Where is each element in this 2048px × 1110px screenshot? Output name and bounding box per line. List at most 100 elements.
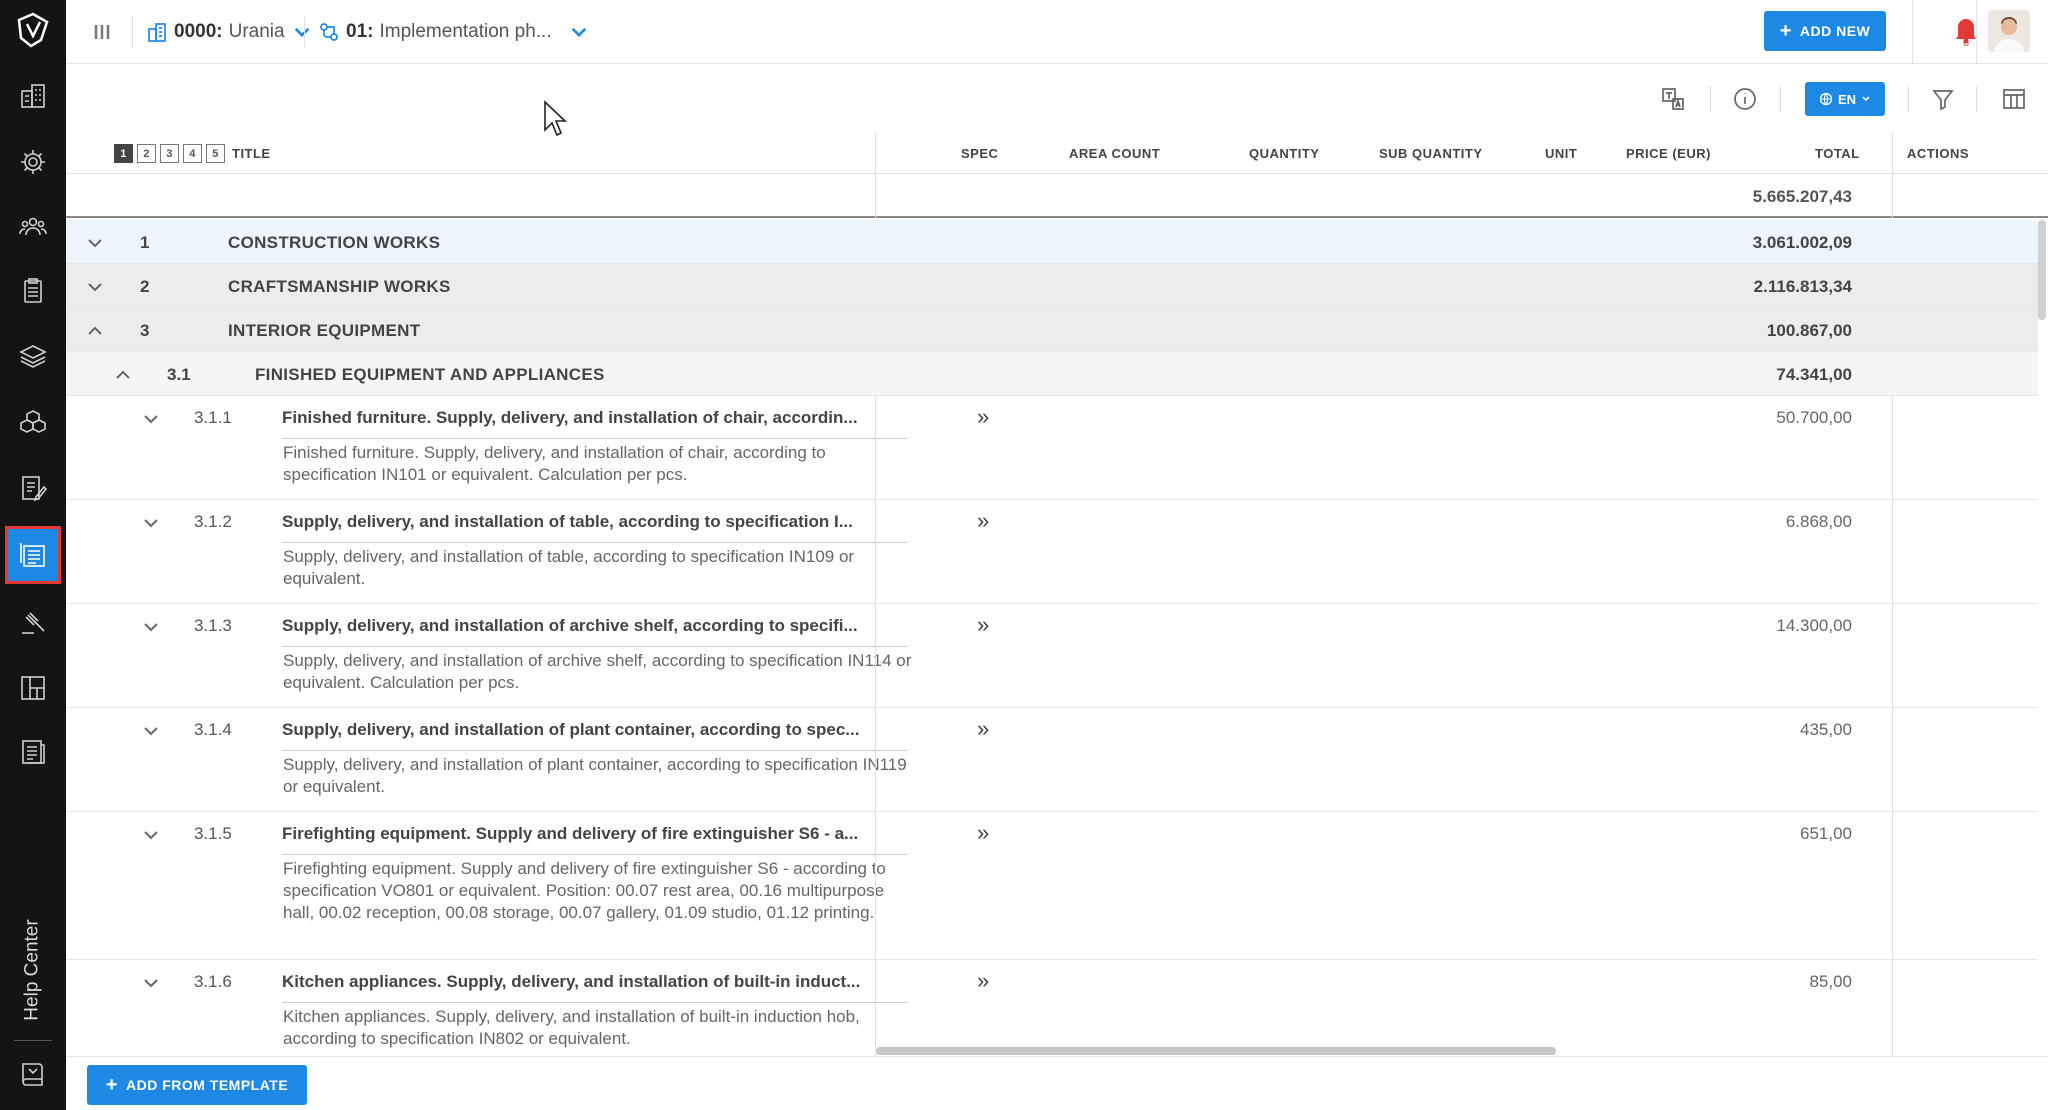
add-from-template-button[interactable]: + ADD FROM TEMPLATE — [87, 1065, 307, 1105]
report-icon[interactable] — [8, 726, 58, 778]
spec-expand-icon[interactable]: » — [977, 612, 989, 638]
chevron-up-icon[interactable] — [114, 366, 132, 384]
divider — [1976, 0, 1977, 64]
layout-icon[interactable] — [8, 662, 58, 714]
language-selector[interactable]: EN — [1805, 82, 1885, 116]
spec-expand-icon[interactable]: » — [977, 820, 989, 846]
item-description: Supply, delivery, and installation of pl… — [283, 755, 907, 796]
column-price[interactable]: PRICE (EUR) — [1626, 146, 1711, 161]
chevron-down-icon[interactable] — [142, 618, 160, 636]
item-number: 3.1.4 — [194, 720, 232, 739]
column-sub-quantity[interactable]: SUB QUANTITY — [1379, 146, 1483, 161]
building-icon — [148, 23, 166, 42]
columns-icon[interactable] — [2001, 86, 2027, 112]
user-avatar[interactable] — [1988, 10, 2030, 52]
divider — [1908, 86, 1909, 112]
grand-total: 5.665.207,43 — [1752, 187, 1852, 206]
level-4-button[interactable]: 4 — [183, 144, 202, 163]
chevron-down-icon[interactable] — [86, 278, 104, 296]
chevron-down-icon — [294, 27, 309, 38]
translate-icon[interactable] — [1660, 86, 1686, 112]
layers-icon[interactable] — [8, 330, 58, 382]
group-title: INTERIOR EQUIPMENT — [228, 321, 421, 340]
team-icon[interactable] — [8, 200, 58, 252]
group-total: 100.867,00 — [1766, 321, 1852, 340]
clipboard-icon[interactable] — [8, 265, 58, 317]
divider — [304, 16, 305, 48]
column-area-count[interactable]: AREA COUNT — [1069, 146, 1160, 161]
phase-selector[interactable]: 01: Implementation ph... — [318, 18, 590, 46]
group-row[interactable]: 2 CRAFTSMANSHIP WORKS 2.116.813,34 — [66, 264, 2038, 308]
top-bar: 0000: Urania 01: Implementation ph... + … — [66, 0, 2048, 64]
table-row[interactable]: 3.1.6 Kitchen appliances. Supply, delive… — [66, 960, 2038, 1057]
group-row[interactable]: 3 INTERIOR EQUIPMENT 100.867,00 — [66, 308, 2038, 352]
chevron-down-icon[interactable] — [142, 974, 160, 992]
subgroup-row[interactable]: 3.1 FINISHED EQUIPMENT AND APPLIANCES 74… — [66, 352, 2038, 396]
level-2-button[interactable]: 2 — [137, 144, 156, 163]
item-number: 3.1.1 — [194, 408, 232, 427]
grand-total-row: 5.665.207,43 — [66, 174, 2048, 218]
group-number: 3 — [140, 321, 150, 340]
item-description: Supply, delivery, and installation of ta… — [283, 547, 855, 588]
project-selector[interactable]: 0000: Urania — [146, 18, 313, 46]
item-title: Supply, delivery, and installation of pl… — [282, 720, 908, 751]
chevron-down-icon[interactable] — [142, 826, 160, 844]
table-row[interactable]: 3.1.5 Firefighting equipment. Supply and… — [66, 812, 2038, 960]
spec-expand-icon[interactable]: » — [977, 508, 989, 534]
chevron-down-icon[interactable] — [142, 514, 160, 532]
book-icon[interactable] — [13, 1054, 53, 1094]
chevron-down-icon[interactable] — [142, 722, 160, 740]
bill-of-quantities-icon[interactable] — [5, 526, 61, 584]
column-quantity[interactable]: QUANTITY — [1249, 146, 1319, 161]
table-row[interactable]: 3.1.3 Supply, delivery, and installation… — [66, 604, 2038, 708]
level-selector: 1 2 3 4 5 — [114, 144, 225, 163]
divider — [1976, 86, 1977, 112]
horizontal-scrollbar[interactable] — [876, 1047, 1556, 1055]
table-row[interactable]: 3.1.1 Finished furniture. Supply, delive… — [66, 396, 2038, 500]
settings-gear-icon[interactable] — [8, 136, 58, 188]
column-divider — [1892, 132, 1893, 218]
item-number: 3.1.6 — [194, 972, 232, 991]
app-logo-icon[interactable] — [13, 10, 53, 50]
table-row[interactable]: 3.1.2 Supply, delivery, and installation… — [66, 500, 2038, 604]
buildings-icon[interactable] — [8, 70, 58, 122]
document-edit-icon[interactable] — [8, 462, 58, 514]
group-row[interactable]: 1 CONSTRUCTION WORKS 3.061.002,09 — [66, 220, 2038, 264]
chevron-up-icon[interactable] — [86, 322, 104, 340]
group-number: 1 — [140, 233, 150, 252]
column-title[interactable]: TITLE — [232, 146, 271, 161]
item-total: 6.868,00 — [1785, 512, 1852, 531]
add-new-button[interactable]: + ADD NEW — [1764, 11, 1886, 51]
group-number: 2 — [140, 277, 150, 296]
item-description: Kitchen appliances. Supply, delivery, an… — [283, 1007, 860, 1048]
chevron-down-icon[interactable] — [142, 410, 160, 428]
group-total: 3.061.002,09 — [1752, 233, 1852, 252]
group-title: CONSTRUCTION WORKS — [228, 233, 441, 252]
column-spec[interactable]: SPEC — [961, 146, 998, 161]
gavel-icon[interactable] — [8, 596, 58, 648]
help-center-link[interactable]: Help Center — [10, 910, 56, 1030]
level-1-button[interactable]: 1 — [114, 144, 133, 163]
item-total: 14.300,00 — [1776, 616, 1852, 635]
info-icon[interactable] — [1732, 86, 1758, 112]
vertical-scrollbar[interactable] — [2038, 220, 2046, 320]
level-5-button[interactable]: 5 — [206, 144, 225, 163]
spec-expand-icon[interactable]: » — [977, 716, 989, 742]
filter-icon[interactable] — [1930, 86, 1956, 112]
table-header: 1 2 3 4 5 TITLE SPEC AREA COUNT QUANTITY… — [66, 132, 2048, 174]
item-total: 50.700,00 — [1776, 408, 1852, 427]
divider — [132, 16, 133, 48]
table-row[interactable]: 3.1.4 Supply, delivery, and installation… — [66, 708, 2038, 812]
plus-icon: + — [1779, 20, 1792, 42]
column-actions: ACTIONS — [1907, 146, 1969, 161]
spec-expand-icon[interactable]: » — [977, 404, 989, 430]
chevron-down-icon[interactable] — [86, 234, 104, 252]
level-3-button[interactable]: 3 — [160, 144, 179, 163]
item-title: Finished furniture. Supply, delivery, an… — [282, 408, 908, 439]
cubes-icon[interactable] — [8, 396, 58, 448]
spec-expand-icon[interactable]: » — [977, 968, 989, 994]
item-total: 435,00 — [1800, 720, 1852, 739]
column-unit[interactable]: UNIT — [1545, 146, 1577, 161]
column-menu-icon[interactable] — [90, 20, 114, 44]
column-total[interactable]: TOTAL — [1815, 146, 1860, 161]
